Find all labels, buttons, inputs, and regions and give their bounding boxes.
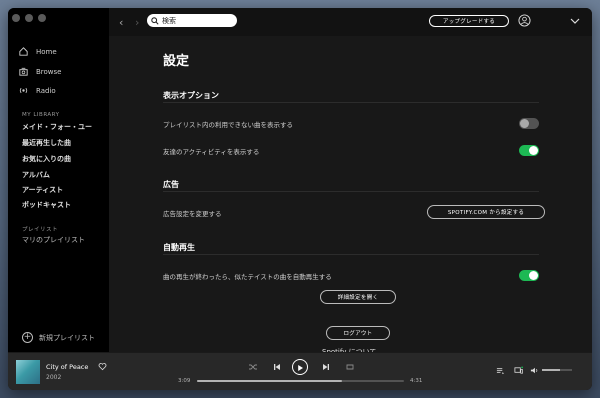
sidebar-item-label: Browse (36, 67, 62, 76)
shuffle-icon[interactable] (248, 362, 258, 372)
plus-icon: + (22, 332, 33, 343)
sidebar-item-podcasts[interactable]: ポッドキャスト (22, 200, 71, 210)
app-window: Home Browse Radio MY LIBRARY メイド・フォー・ユー … (8, 8, 592, 390)
new-playlist-label: 新規プレイリスト (39, 333, 95, 342)
search-icon (151, 16, 159, 25)
search-value: 検索 (162, 16, 176, 25)
track-title[interactable]: City of Peace (46, 363, 88, 371)
elapsed-time: 3:09 (178, 378, 191, 384)
play-button[interactable] (292, 359, 308, 375)
window-controls (12, 14, 46, 22)
toggle-autoplay[interactable] (519, 270, 539, 281)
logout-button[interactable]: ログアウト (326, 326, 390, 340)
toggle-knob (520, 119, 529, 128)
sidebar: Home Browse Radio MY LIBRARY メイド・フォー・ユー … (8, 8, 109, 352)
advanced-settings-button[interactable]: 詳細設定を開く (320, 290, 396, 304)
repeat-icon[interactable] (345, 362, 355, 372)
zoom-window-button[interactable] (38, 14, 46, 22)
new-playlist-button[interactable]: + 新規プレイリスト (22, 332, 95, 343)
chevron-down-icon[interactable] (570, 17, 580, 25)
duration-time: 4:31 (410, 378, 423, 384)
section-display-options: 表示オプション (163, 91, 219, 100)
sidebar-item-label: Radio (36, 86, 56, 95)
devices-icon[interactable] (514, 366, 523, 375)
search-input[interactable]: 検索 (147, 14, 237, 27)
toggle-unavailable-songs[interactable] (519, 118, 539, 129)
previous-icon[interactable] (272, 362, 282, 372)
toggle-knob (529, 146, 538, 155)
player-bar: City of Peace 2002 3:09 4:31 (8, 352, 592, 390)
library-heading: MY LIBRARY (22, 112, 60, 118)
setting-label-unavailable-songs: プレイリスト内の利用できない曲を表示する (163, 121, 293, 129)
album-art[interactable] (16, 360, 40, 384)
toggle-friend-activity[interactable] (519, 145, 539, 156)
sidebar-item-made-for-you[interactable]: メイド・フォー・ユー (22, 122, 92, 132)
settings-page: 設定 表示オプション プレイリスト内の利用できない曲を表示する 友達のアクティビ… (109, 36, 592, 356)
divider (163, 102, 539, 103)
user-icon[interactable] (518, 14, 531, 27)
play-icon (298, 365, 303, 371)
home-icon (19, 47, 28, 56)
forward-arrow-icon[interactable]: › (135, 16, 139, 29)
section-autoplay: 自動再生 (163, 243, 195, 252)
sidebar-item-recently-played[interactable]: 最近再生した曲 (22, 138, 71, 148)
back-arrow-icon[interactable]: ‹ (119, 16, 123, 29)
top-bar: ‹ › 検索 アップグレードする (109, 8, 592, 36)
next-icon[interactable] (321, 362, 331, 372)
sidebar-item-artists[interactable]: アーティスト (22, 185, 63, 195)
track-subtitle[interactable]: 2002 (46, 374, 61, 381)
setting-label-ads: 広告設定を変更する (163, 210, 222, 218)
upgrade-button[interactable]: アップグレードする (429, 15, 509, 27)
playlist-item[interactable]: マリのプレイリスト (22, 235, 85, 245)
sidebar-item-home[interactable]: Home (18, 46, 57, 57)
spotify-com-settings-button[interactable]: SPOTIFY.COM から設定する (427, 205, 545, 219)
divider (163, 191, 539, 192)
setting-label-autoplay: 曲の再生が終わったら、似たテイストの曲を自動再生する (163, 273, 332, 281)
section-ads: 広告 (163, 180, 179, 189)
divider (163, 254, 539, 255)
sidebar-item-label: Home (36, 47, 57, 56)
setting-label-friend-activity: 友達のアクティビティを表示する (163, 148, 260, 156)
sidebar-item-liked-songs[interactable]: お気に入りの曲 (22, 154, 71, 164)
progress-bar[interactable] (197, 380, 404, 382)
minimize-window-button[interactable] (25, 14, 33, 22)
queue-icon[interactable] (496, 366, 505, 375)
heart-icon[interactable] (98, 362, 107, 371)
playlists-heading: プレイリスト (22, 227, 59, 233)
browse-icon (19, 67, 28, 76)
volume-icon[interactable] (530, 366, 539, 375)
sidebar-item-albums[interactable]: アルバム (22, 170, 50, 180)
sidebar-item-browse[interactable]: Browse (18, 66, 62, 77)
volume-slider[interactable] (542, 369, 572, 371)
volume-fill (542, 369, 560, 371)
progress-fill (197, 380, 342, 382)
sidebar-item-radio[interactable]: Radio (18, 85, 56, 96)
page-title: 設定 (163, 54, 190, 69)
close-window-button[interactable] (12, 14, 20, 22)
toggle-knob (529, 271, 538, 280)
radio-icon (19, 87, 28, 94)
